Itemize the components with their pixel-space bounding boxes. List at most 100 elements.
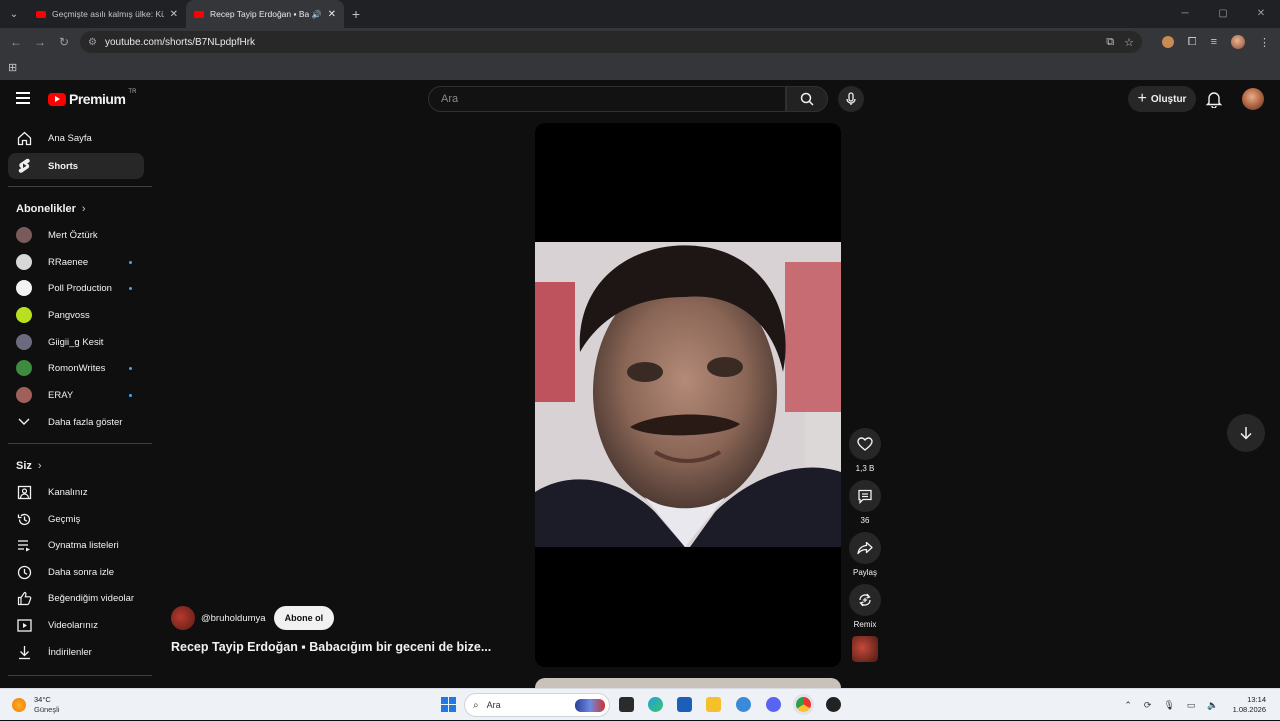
network-app-icon[interactable] (736, 697, 751, 712)
plus-icon: + (1137, 90, 1147, 107)
site-info-icon[interactable]: ⚙ (88, 37, 97, 48)
extensions-puzzle-icon[interactable]: ⧠ (1188, 36, 1197, 49)
channel-avatar (16, 307, 32, 323)
next-short-preview[interactable] (535, 678, 841, 688)
subscription-item[interactable]: Mert Öztürk (8, 222, 144, 248)
window-close-icon[interactable]: ✕ (1242, 0, 1280, 28)
address-bar[interactable]: ⚙ youtube.com/shorts/B7NLpdpfHrk ⧉ ☆ (80, 31, 1142, 53)
channel-avatar (16, 387, 32, 403)
show-more-button[interactable]: Daha fazla göster (8, 409, 144, 435)
browser-tab[interactable]: Geçmişte asılı kalmış ülke: Küba ✕ (28, 0, 186, 28)
subscribe-button[interactable]: Abone ol (273, 606, 335, 630)
volume-icon[interactable]: 🔈 (1207, 700, 1218, 711)
edge-browser-icon[interactable] (648, 697, 663, 712)
share-button[interactable] (849, 532, 881, 564)
tab-close-icon[interactable]: ✕ (328, 9, 336, 20)
channel-avatar[interactable] (171, 606, 195, 630)
sidebar-item-watch-later[interactable]: Daha sonra izle (8, 559, 144, 585)
bookmarks-bar: ⊞ (0, 56, 1280, 80)
remix-icon (859, 593, 871, 607)
tab-close-icon[interactable]: ✕ (170, 9, 178, 20)
search-button[interactable] (786, 86, 828, 112)
youtube-premium-logo[interactable]: Premium TR (48, 89, 136, 107)
forward-icon[interactable]: → (28, 35, 52, 49)
sidebar-item-shorts[interactable]: Shorts (8, 153, 144, 179)
tab-search-icon[interactable]: ⌄ (0, 0, 28, 28)
sidebar-item-history[interactable]: Geçmiş (8, 506, 144, 532)
channel-icon (16, 484, 32, 500)
weather-widget[interactable]: 34°C Güneşli (12, 695, 59, 715)
bookmark-star-icon[interactable]: ☆ (1124, 36, 1134, 49)
file-explorer-icon[interactable] (706, 697, 721, 712)
discord-icon[interactable] (766, 697, 781, 712)
sun-icon (12, 698, 26, 712)
back-icon[interactable]: ← (4, 35, 28, 49)
remix-button[interactable] (849, 584, 881, 616)
subscriptions-heading[interactable]: Abonelikler › (16, 203, 86, 215)
history-icon (16, 511, 32, 527)
apps-grid-icon[interactable]: ⊞ (8, 61, 17, 74)
chevron-up-icon[interactable]: ⌃ (1124, 700, 1132, 711)
subscription-item[interactable]: RomonWrites (8, 355, 144, 381)
taskbar-search[interactable]: ⌕ Ara (464, 693, 610, 717)
sidebar-item-home[interactable]: Ana Sayfa (8, 125, 144, 151)
comment-button[interactable] (849, 480, 881, 512)
sidebar-item-downloads[interactable]: İndirilenler (8, 639, 144, 665)
search-input[interactable]: Ara (428, 86, 786, 112)
shorts-player[interactable] (535, 123, 841, 667)
notifications-bell-icon[interactable] (1205, 90, 1223, 113)
maximize-icon[interactable]: ▢ (1204, 0, 1242, 28)
browser-tab-active[interactable]: Recep Tayip Erdoğan ▪ Babacığı 🔊 ✕ (186, 0, 344, 28)
windows-start-icon[interactable] (441, 697, 456, 712)
heart-icon (857, 437, 873, 451)
channel-avatar (16, 334, 32, 350)
sound-thumbnail[interactable] (852, 636, 878, 662)
you-heading[interactable]: Siz › (16, 460, 42, 472)
remix-action: Remix (848, 584, 882, 629)
profile-avatar[interactable] (1231, 35, 1245, 49)
subscription-item[interactable]: ERAY (8, 382, 144, 408)
like-button[interactable] (849, 428, 881, 460)
media-app-icon[interactable] (826, 697, 841, 712)
channel-avatar (16, 280, 32, 296)
shorts-icon (16, 158, 32, 174)
extension-icon[interactable] (1161, 36, 1174, 48)
next-short-button[interactable] (1227, 414, 1265, 452)
audio-playing-icon[interactable]: 🔊 (312, 10, 322, 19)
sidebar-item-label: Daha sonra izle (48, 566, 115, 578)
subscription-item[interactable]: Giigii_g Kesit (8, 329, 144, 355)
sidebar-item-playlists[interactable]: Oynatma listeleri (8, 532, 144, 558)
channel-handle[interactable]: @bruholdumya (201, 613, 266, 624)
sidebar-item-your-videos[interactable]: Videolarınız (8, 612, 144, 638)
create-button[interactable]: + Oluştur (1128, 86, 1196, 112)
task-view-icon[interactable] (619, 697, 634, 712)
subscription-item[interactable]: RRaenee (8, 249, 144, 275)
display-icon[interactable]: ▭ (1187, 700, 1196, 711)
subscription-item[interactable]: Poll Production (8, 275, 144, 301)
reload-icon[interactable]: ↻ (52, 35, 76, 49)
clock-time: 13:14 (1247, 695, 1266, 704)
clock[interactable]: 13:14 1.08.2026 (1233, 695, 1266, 715)
channel-avatar (16, 254, 32, 270)
hamburger-menu-icon[interactable] (16, 92, 30, 104)
chrome-icon[interactable] (796, 697, 811, 712)
microphone-tray-icon[interactable]: 🎙 (1163, 700, 1174, 711)
sidebar-item-label: Kanalınız (48, 486, 88, 498)
sidebar-item-your-channel[interactable]: Kanalınız (8, 479, 144, 505)
channel-avatar (16, 227, 32, 243)
voice-search-button[interactable] (838, 86, 864, 112)
sidebar-item-liked-videos[interactable]: Beğendiğim videolar (8, 585, 144, 611)
show-more-label: Daha fazla göster (48, 416, 123, 428)
sync-icon[interactable]: ⟳ (1144, 700, 1152, 711)
install-app-icon[interactable]: ⧉ (1106, 36, 1114, 49)
store-icon[interactable] (677, 697, 692, 712)
media-controls-icon[interactable]: ≡ (1211, 36, 1217, 48)
video-frame[interactable] (535, 242, 841, 547)
minimize-icon[interactable]: ─ (1166, 0, 1204, 28)
new-tab-icon[interactable]: + (344, 6, 368, 22)
browser-menu-icon[interactable]: ⋮ (1259, 36, 1270, 49)
subscription-label: RRaenee (48, 256, 89, 268)
subscription-item[interactable]: Pangvoss (8, 302, 144, 328)
short-title[interactable]: Recep Tayip Erdoğan ▪ Babacığım bir gece… (171, 640, 491, 654)
account-avatar[interactable] (1242, 88, 1264, 110)
